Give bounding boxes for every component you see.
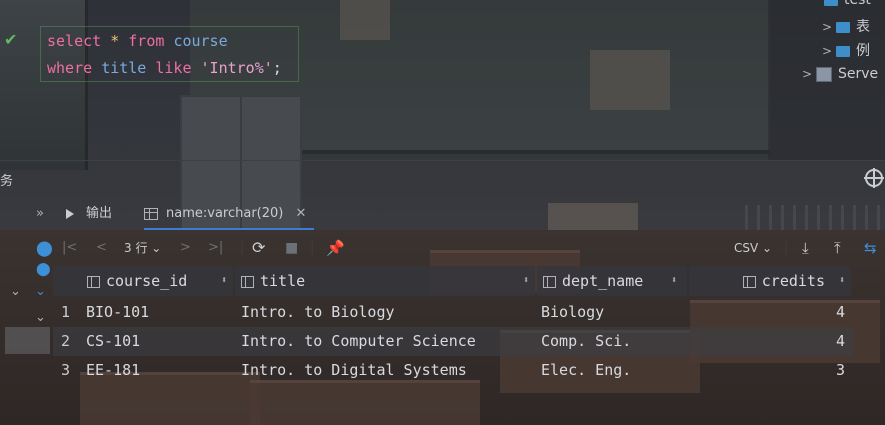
compare-icon[interactable]: ⇆ [864, 238, 877, 258]
column-header-dept-name[interactable]: dept_name ⬍ [537, 266, 687, 296]
code-line-2[interactable]: where title like 'Intro%'; [47, 59, 282, 77]
run-success-icon: ✔ [4, 30, 18, 49]
schema-icon [824, 0, 838, 6]
crosshair-icon[interactable] [864, 168, 884, 188]
sort-icon[interactable]: ⬍ [671, 266, 677, 296]
cell-dept-name[interactable]: Elec. Eng. [541, 356, 631, 385]
sort-icon[interactable]: ⬍ [523, 266, 529, 296]
pin-tab-icon[interactable]: 📌 [326, 238, 345, 258]
cell-title[interactable]: Intro. to Digital Systems [241, 356, 467, 385]
cell-course-id[interactable]: BIO-101 [86, 298, 149, 327]
tree-item-server-objects[interactable]: > Serve [802, 66, 878, 82]
tab-result[interactable]: name:varchar(20) ✕ [144, 200, 315, 230]
tab-output[interactable]: 输出 [66, 200, 112, 228]
database-tree: test > 表 > 例 > Serve [768, 0, 885, 160]
tree-item-test[interactable]: test [824, 0, 871, 8]
folder-icon [836, 21, 850, 33]
cell-credits[interactable]: 4 [836, 298, 845, 327]
column-header-title[interactable]: title ⬍ [235, 266, 535, 296]
toolbar-separator: | [310, 240, 315, 255]
table-row[interactable]: 2 CS-101 Intro. to Computer Science Comp… [53, 327, 853, 356]
table-icon [144, 207, 158, 220]
collapse-icon[interactable]: ⌄ [35, 310, 46, 325]
cell-title[interactable]: Intro. to Biology [241, 298, 395, 327]
more-tabs-icon[interactable]: » [36, 200, 44, 228]
export-format-dropdown[interactable]: CSV ⌄ [734, 238, 772, 258]
db-console-icon[interactable]: ⬤ [36, 262, 51, 277]
sort-icon[interactable]: ⬍ [839, 266, 845, 296]
expand-icon[interactable]: ⌄ [35, 284, 46, 299]
cell-title[interactable]: Intro. to Computer Science [241, 327, 476, 356]
table-row[interactable]: 3 EE-181 Intro. to Digital Systems Elec.… [53, 356, 853, 385]
prev-page-icon[interactable]: < [96, 238, 107, 258]
row-number: 2 [61, 332, 71, 350]
table-row[interactable]: 1 BIO-101 Intro. to Biology Biology 4 [53, 298, 853, 327]
chevron-right-icon: > [822, 20, 833, 34]
row-number: 1 [61, 303, 71, 321]
toolbar-separator: | [784, 240, 789, 255]
sort-icon[interactable]: ⬍ [221, 266, 227, 296]
chevron-right-icon: > [822, 44, 833, 58]
chevron-down-icon: ⌄ [762, 241, 773, 255]
toolbar-separator: | [240, 240, 245, 255]
services-panel-label: 务 [0, 174, 14, 189]
folder-icon [836, 45, 850, 57]
results-toolbar: ⬤ |< < 3 行 ⌄ > >| | ⟳ ■ | 📌 CSV ⌄ | ⤓ ⤒ … [0, 234, 885, 262]
first-page-icon[interactable]: |< [62, 238, 77, 258]
cell-course-id[interactable]: CS-101 [86, 327, 140, 356]
output-icon [66, 208, 74, 219]
server-icon [816, 66, 832, 82]
next-page-icon[interactable]: > [180, 238, 191, 258]
cell-dept-name[interactable]: Biology [541, 298, 604, 327]
stop-icon[interactable]: ■ [285, 238, 298, 258]
cell-credits[interactable]: 4 [836, 327, 845, 356]
cell-dept-name[interactable]: Comp. Sci. [541, 327, 631, 356]
cell-credits[interactable]: 3 [836, 356, 845, 385]
upload-icon[interactable]: ⤒ [834, 238, 841, 258]
column-header-course-id[interactable]: course_id ⬍ [53, 266, 233, 296]
download-icon[interactable]: ⤓ [802, 238, 809, 258]
cell-course-id[interactable]: EE-181 [86, 356, 140, 385]
code-line-1[interactable]: select * from course [47, 32, 228, 50]
db-pin-icon[interactable]: ⬤ [36, 238, 53, 258]
chevron-down-icon[interactable]: ⌄ [10, 284, 21, 299]
chevron-down-icon: ⌄ [151, 241, 162, 255]
panel-divider[interactable] [0, 160, 885, 161]
tree-item-views[interactable]: > 例 [822, 40, 870, 60]
column-icon [742, 275, 756, 288]
last-page-icon[interactable]: >| [208, 238, 223, 258]
rows-count-dropdown[interactable]: 3 行 ⌄ [124, 238, 161, 258]
tree-item-tables[interactable]: > 表 [822, 16, 870, 36]
close-icon[interactable]: ✕ [296, 206, 307, 221]
sql-editor[interactable]: ✔ select * from course where title like … [0, 24, 300, 84]
column-header-credits[interactable]: credits ⬍ [689, 266, 851, 296]
row-number: 3 [61, 361, 71, 379]
refresh-icon[interactable]: ⟳ [252, 238, 265, 258]
column-icon [241, 275, 254, 288]
chevron-right-icon: > [802, 67, 813, 81]
column-icon [87, 275, 100, 288]
gutter-selection [5, 327, 50, 354]
column-icon [543, 275, 556, 288]
